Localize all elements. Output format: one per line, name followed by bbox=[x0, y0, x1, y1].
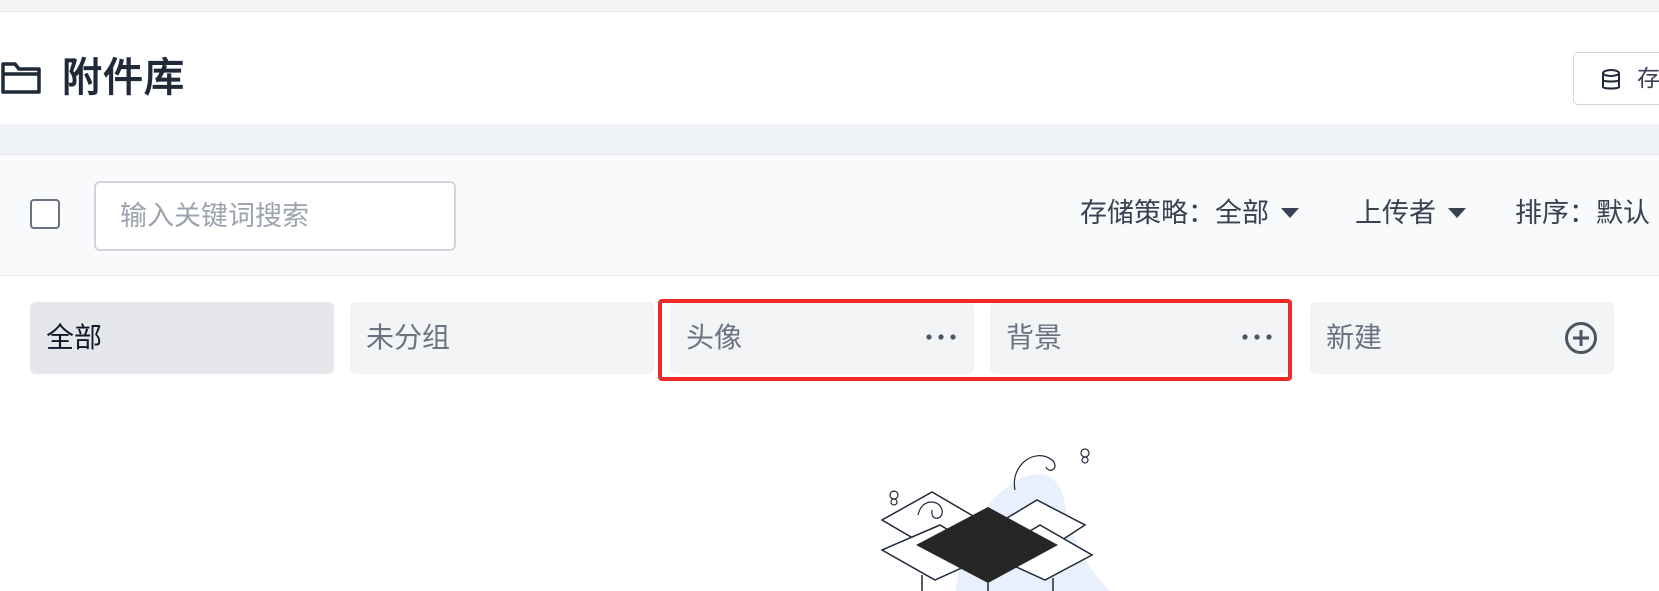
attachment-toolbar: 存储策略：全部 上传者 排序：默认 bbox=[0, 154, 1659, 276]
sort-filter[interactable]: 排序：默认 bbox=[1515, 192, 1650, 236]
uploader-filter-label: 上传者 bbox=[1355, 198, 1436, 229]
new-group-button[interactable]: 新建 bbox=[1310, 302, 1614, 374]
more-options-icon[interactable] bbox=[924, 332, 958, 342]
more-options-icon[interactable] bbox=[1240, 332, 1274, 342]
sort-filter-label: 排序：默认 bbox=[1515, 198, 1650, 229]
add-circle-icon bbox=[1565, 322, 1597, 354]
caret-down-icon bbox=[1281, 207, 1299, 218]
page-header: 附件库 存 bbox=[0, 12, 1659, 124]
group-tab-background[interactable]: 背景 bbox=[990, 302, 1290, 374]
uploader-filter[interactable]: 上传者 bbox=[1355, 192, 1466, 236]
group-tab-avatar[interactable]: 头像 bbox=[670, 302, 974, 374]
storage-policy-filter-label: 存储策略：全部 bbox=[1080, 198, 1269, 229]
storage-button-label: 存 bbox=[1637, 66, 1659, 92]
top-strip bbox=[0, 0, 1659, 12]
content-gap bbox=[0, 124, 1659, 154]
group-tab-label: 头像 bbox=[686, 321, 743, 354]
storage-policy-button[interactable]: 存 bbox=[1573, 52, 1659, 105]
empty-box-illustration bbox=[880, 448, 1110, 591]
group-tab-label: 全部 bbox=[46, 321, 103, 354]
group-tab-label: 背景 bbox=[1006, 321, 1063, 354]
database-icon bbox=[1602, 69, 1620, 90]
caret-down-icon bbox=[1448, 207, 1466, 218]
group-tab-ungrouped[interactable]: 未分组 bbox=[350, 302, 654, 374]
storage-policy-filter[interactable]: 存储策略：全部 bbox=[1080, 192, 1299, 236]
select-all-checkbox[interactable] bbox=[30, 199, 60, 229]
folder-icon bbox=[1, 62, 41, 94]
page-title: 附件库 bbox=[62, 55, 185, 101]
new-group-label: 新建 bbox=[1326, 321, 1383, 354]
group-tab-all[interactable]: 全部 bbox=[30, 302, 334, 374]
group-tab-label: 未分组 bbox=[366, 321, 451, 354]
search-input[interactable] bbox=[94, 181, 456, 251]
